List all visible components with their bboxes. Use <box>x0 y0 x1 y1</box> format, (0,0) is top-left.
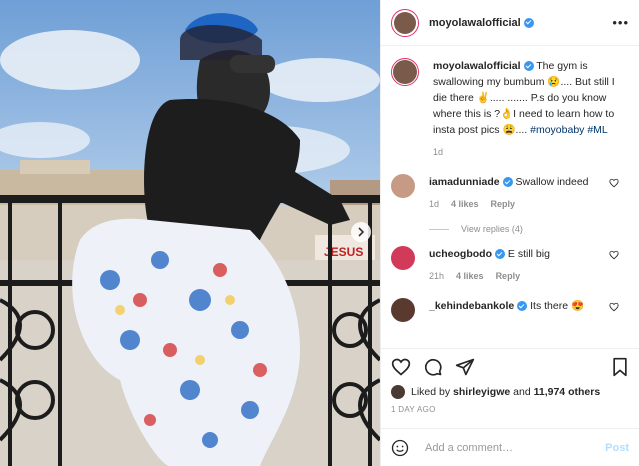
caption-meta: 1d <box>433 144 629 160</box>
comment-bubble-icon[interactable] <box>423 357 443 377</box>
reply-button[interactable]: Reply <box>491 196 516 212</box>
like-comment-heart-icon[interactable] <box>609 250 619 260</box>
caption-body: moyolawalofficial The gym is swallowing … <box>433 58 629 160</box>
post-comment-button[interactable]: Post <box>605 442 629 454</box>
chevron-right-icon <box>358 227 365 237</box>
photo-illustration: JESUS <box>0 0 380 466</box>
commenter-avatar[interactable] <box>391 246 415 270</box>
comment-time[interactable]: 21h <box>429 268 444 284</box>
post-timestamp[interactable]: 1 DAY AGO <box>391 405 629 414</box>
commenter-avatar[interactable] <box>391 174 415 198</box>
comment-body: ucheogbodo E still big 21h 4 likes Reply <box>429 246 629 284</box>
verified-badge-icon <box>502 177 513 188</box>
like-comment-heart-icon[interactable] <box>609 302 619 312</box>
commenter-username[interactable]: iamadunniade <box>429 176 500 188</box>
share-paper-plane-icon[interactable] <box>455 357 475 377</box>
caption-username[interactable]: moyolawalofficial <box>433 60 521 72</box>
liked-by-prefix: Liked by <box>411 386 451 398</box>
like-heart-icon[interactable] <box>391 357 411 377</box>
post-actions: Liked by shirleyigwe and 11,974 others 1… <box>381 348 639 420</box>
liked-by-middle: and <box>513 386 531 398</box>
post-photo[interactable]: JESUS <box>0 0 380 466</box>
commenter-username[interactable]: ucheogbodo <box>429 248 492 260</box>
instagram-post: JESUS moyolawalofficial ••• moyolawaloff… <box>0 0 639 466</box>
comment-body: _kehindebankole Its there 😍 <box>429 298 629 322</box>
verified-badge-icon <box>495 249 505 260</box>
emoji-smiley-icon[interactable] <box>391 439 409 457</box>
liker-avatar[interactable] <box>391 385 405 399</box>
more-options-icon[interactable]: ••• <box>612 15 629 30</box>
commenter-avatar[interactable] <box>391 298 415 322</box>
comment-time[interactable]: 1d <box>429 196 439 212</box>
comment-item: ucheogbodo E still big 21h 4 likes Reply <box>391 246 629 284</box>
action-icons <box>391 355 629 379</box>
comment-body: iamadunniade Swallow indeed 1d 4 likes R… <box>429 174 629 212</box>
caption-avatar <box>393 60 417 84</box>
commenter-username[interactable]: _kehindebankole <box>429 300 514 312</box>
post-sidebar: moyolawalofficial ••• moyolawalofficial … <box>380 0 639 466</box>
next-photo-button[interactable] <box>351 222 371 242</box>
comment-item: _kehindebankole Its there 😍 <box>391 298 629 322</box>
add-comment-bar: Post <box>381 428 639 466</box>
liked-by-row: Liked by shirleyigwe and 11,974 others <box>391 385 629 399</box>
comment-meta: 1d 4 likes Reply <box>429 196 629 212</box>
author-avatar <box>394 11 416 34</box>
author-avatar-ring[interactable] <box>391 8 419 37</box>
add-comment-input[interactable] <box>423 440 606 455</box>
verified-badge-icon <box>523 17 534 28</box>
reply-button[interactable]: Reply <box>496 268 521 284</box>
comment-item: iamadunniade Swallow indeed 1d 4 likes R… <box>391 174 629 212</box>
post-header: moyolawalofficial ••• <box>381 0 639 46</box>
verified-badge-icon <box>523 61 534 72</box>
caption: moyolawalofficial The gym is swallowing … <box>391 58 629 160</box>
liked-by-count[interactable]: 11,974 others <box>534 386 601 398</box>
comment-meta: 21h 4 likes Reply <box>429 268 629 284</box>
like-comment-heart-icon[interactable] <box>609 178 619 188</box>
comment-text: Swallow indeed <box>515 176 589 188</box>
hashtag-moyobaby[interactable]: #moyobaby <box>530 124 584 136</box>
verified-badge-icon <box>517 301 528 312</box>
comment-text: E still big <box>507 248 550 260</box>
bookmark-icon[interactable] <box>611 357 629 377</box>
author-username[interactable]: moyolawalofficial <box>429 17 521 29</box>
caption-avatar-ring[interactable] <box>391 58 419 86</box>
comments-list: moyolawalofficial The gym is swallowing … <box>381 46 639 348</box>
comment-text: Its there 😍 <box>530 300 585 312</box>
comment-likes[interactable]: 4 likes <box>456 268 484 284</box>
liker-username[interactable]: shirleyigwe <box>453 386 510 398</box>
hashtag-ml[interactable]: #ML <box>587 124 607 136</box>
caption-time[interactable]: 1d <box>433 144 443 160</box>
view-replies-button[interactable]: View replies (4) <box>429 224 629 234</box>
comment-likes[interactable]: 4 likes <box>451 196 479 212</box>
